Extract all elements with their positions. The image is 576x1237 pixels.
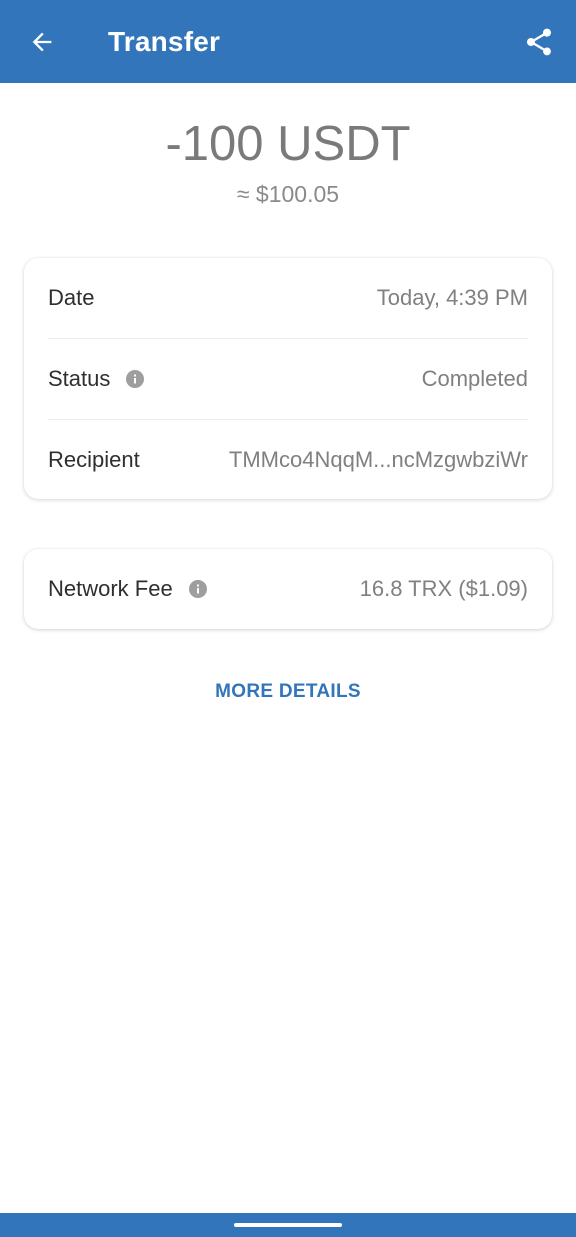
- share-button[interactable]: [518, 22, 560, 62]
- status-value: Completed: [421, 366, 528, 391]
- network-fee-label: Network Fee: [48, 576, 173, 601]
- recipient-address[interactable]: TMMco4NqqM...ncMzgwbziWr: [229, 447, 528, 473]
- home-gesture-handle[interactable]: [234, 1223, 342, 1227]
- app-bar: Transfer: [0, 0, 576, 83]
- network-fee-value: 16.8 TRX ($1.09): [359, 576, 528, 601]
- details-card: Date Today, 4:39 PM Status Completed Rec…: [24, 258, 552, 499]
- system-navigation-bar: [0, 1213, 576, 1237]
- status-row: Status Completed: [48, 339, 528, 420]
- transfer-amount: -100 USDT: [165, 117, 411, 171]
- info-icon[interactable]: [126, 370, 145, 388]
- back-button[interactable]: [22, 22, 62, 62]
- date-row: Date Today, 4:39 PM: [48, 258, 528, 339]
- share-icon: [527, 28, 551, 56]
- arrow-left-icon: [32, 32, 52, 52]
- fiat-value: ≈ $100.05: [236, 181, 340, 207]
- network-fee-row: Network Fee 16.8 TRX ($1.09): [48, 549, 528, 629]
- info-icon[interactable]: [188, 580, 207, 598]
- status-label: Status: [48, 366, 111, 391]
- more-details-button[interactable]: MORE DETAILS: [0, 678, 576, 706]
- fee-card: Network Fee 16.8 TRX ($1.09): [24, 549, 552, 629]
- date-value: Today, 4:39 PM: [376, 285, 528, 310]
- network-fee-label-group: Network Fee: [48, 576, 207, 602]
- status-label-group: Status: [48, 366, 145, 392]
- page-title: Transfer: [108, 26, 221, 57]
- date-label: Date: [48, 285, 95, 310]
- recipient-row[interactable]: Recipient TMMco4NqqM...ncMzgwbziWr: [48, 420, 528, 500]
- recipient-label: Recipient: [48, 447, 140, 472]
